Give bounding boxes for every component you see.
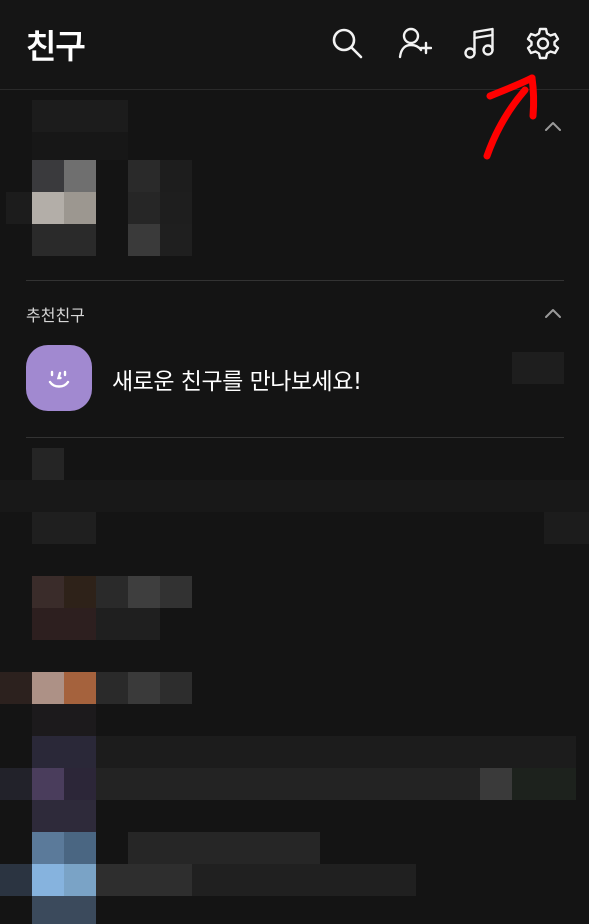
blurred-badge [512, 352, 564, 384]
divider [26, 437, 564, 438]
section-title-recommended: 추천친구 [26, 306, 85, 325]
settings-icon [526, 27, 560, 60]
divider [26, 280, 564, 281]
add-friend-button[interactable] [396, 24, 434, 62]
search-icon [332, 28, 363, 59]
annotation-arrow [483, 74, 538, 160]
add-friend-icon [398, 27, 432, 59]
collapse-chevron-icon[interactable] [543, 306, 563, 320]
blurred-profile-block [0, 95, 200, 260]
recommend-message[interactable]: 새로운 친구를 만나보세요! [112, 362, 362, 396]
smiley-face-icon [48, 370, 70, 388]
blurred-friend-list [0, 446, 589, 924]
recommend-avatar[interactable] [26, 345, 92, 411]
settings-button[interactable] [524, 24, 562, 62]
page-title: 친구 [26, 27, 86, 66]
music-button[interactable] [460, 24, 498, 62]
search-button[interactable] [328, 24, 366, 62]
music-icon [464, 27, 494, 59]
